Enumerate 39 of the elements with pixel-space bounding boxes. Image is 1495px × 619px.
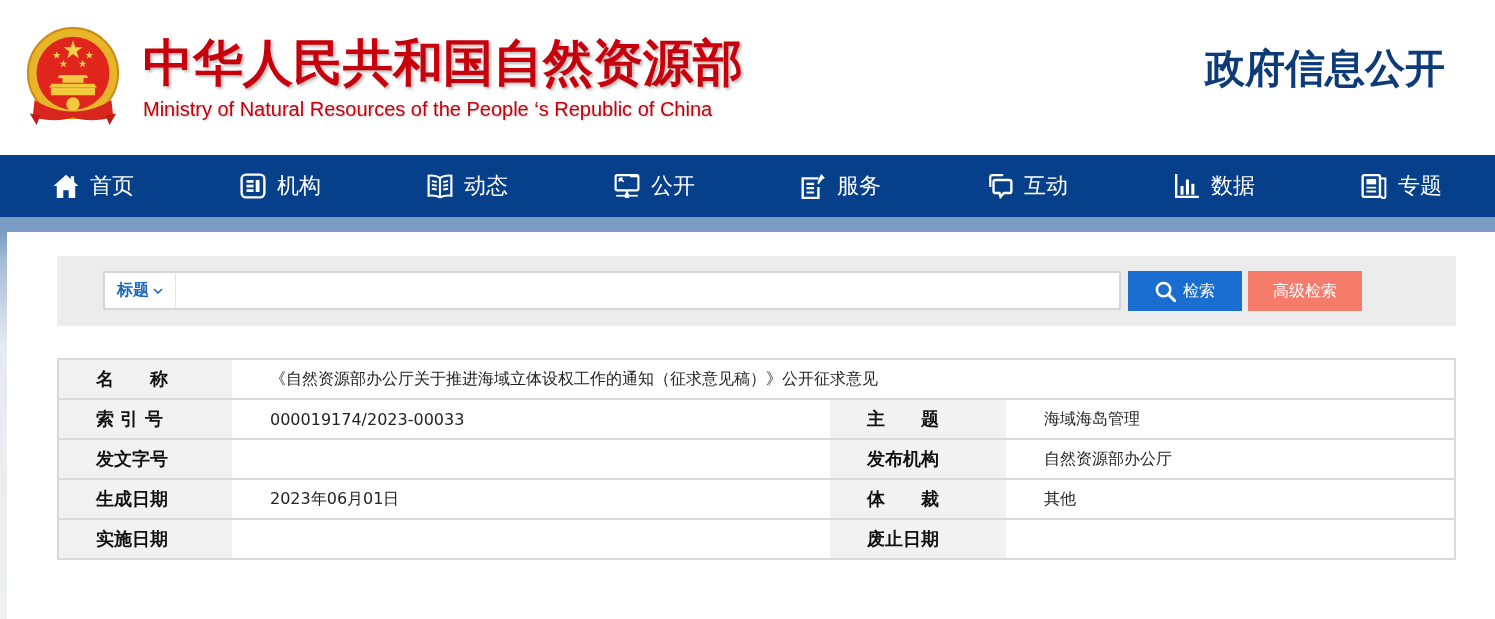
section-title: 政府信息公开 — [1205, 44, 1445, 93]
field-label: 主 题 — [830, 398, 1006, 438]
field-value: 000019174/2023-00033 — [232, 398, 830, 438]
nav-item[interactable]: 互动 — [934, 155, 1122, 217]
field-label: 索 引 号 — [59, 398, 232, 438]
field-value: 海域海岛管理 — [1006, 398, 1454, 438]
field-label: 废止日期 — [830, 518, 1006, 558]
nav-item[interactable]: 动态 — [373, 155, 561, 217]
nav-item[interactable]: 首页 — [0, 155, 187, 217]
monitor-icon — [613, 173, 640, 199]
field-label: 体 裁 — [830, 478, 1006, 518]
scope-select[interactable]: 标题 — [103, 271, 176, 310]
field-value: 《自然资源部办公厅关于推进海域立体设权工作的通知（征求意见稿）》公开征求意见 — [269, 367, 879, 390]
field-value: 2023年06月01日 — [232, 478, 830, 518]
bar-chart-icon — [1174, 173, 1201, 199]
nav-item[interactable]: 数据 — [1121, 155, 1309, 217]
search-icon — [1155, 280, 1176, 302]
list-panel-icon — [239, 173, 266, 199]
field-label: 发文字号 — [59, 438, 232, 478]
site-subtitle: Ministry of Natural Resources of the People ‘s Republic of China — [143, 98, 714, 121]
field-label: 生成日期 — [59, 478, 232, 518]
nav-item[interactable]: 机构 — [186, 155, 374, 217]
nav-item[interactable]: 服务 — [747, 155, 935, 217]
field-value: 其他 — [1006, 478, 1454, 518]
home-icon — [52, 173, 79, 199]
field-label: 名 称 — [59, 360, 232, 398]
search-input[interactable] — [176, 271, 1121, 310]
document-pin-icon — [800, 173, 827, 199]
nav-item[interactable]: 公开 — [560, 155, 748, 217]
chat-bubbles-icon — [987, 173, 1014, 199]
site-title: 中华人民共和国自然资源部 — [143, 34, 743, 92]
newspaper-icon — [1361, 173, 1388, 199]
nav-item[interactable]: 专题 — [1308, 155, 1495, 217]
field-value: 自然资源部办公厅 — [1006, 438, 1454, 478]
book-icon — [426, 173, 453, 199]
search-button[interactable]: 检索 — [1128, 271, 1242, 311]
field-label: 实施日期 — [59, 518, 232, 558]
field-label: 发布机构 — [830, 438, 1006, 478]
chevron-down-icon — [153, 287, 163, 294]
